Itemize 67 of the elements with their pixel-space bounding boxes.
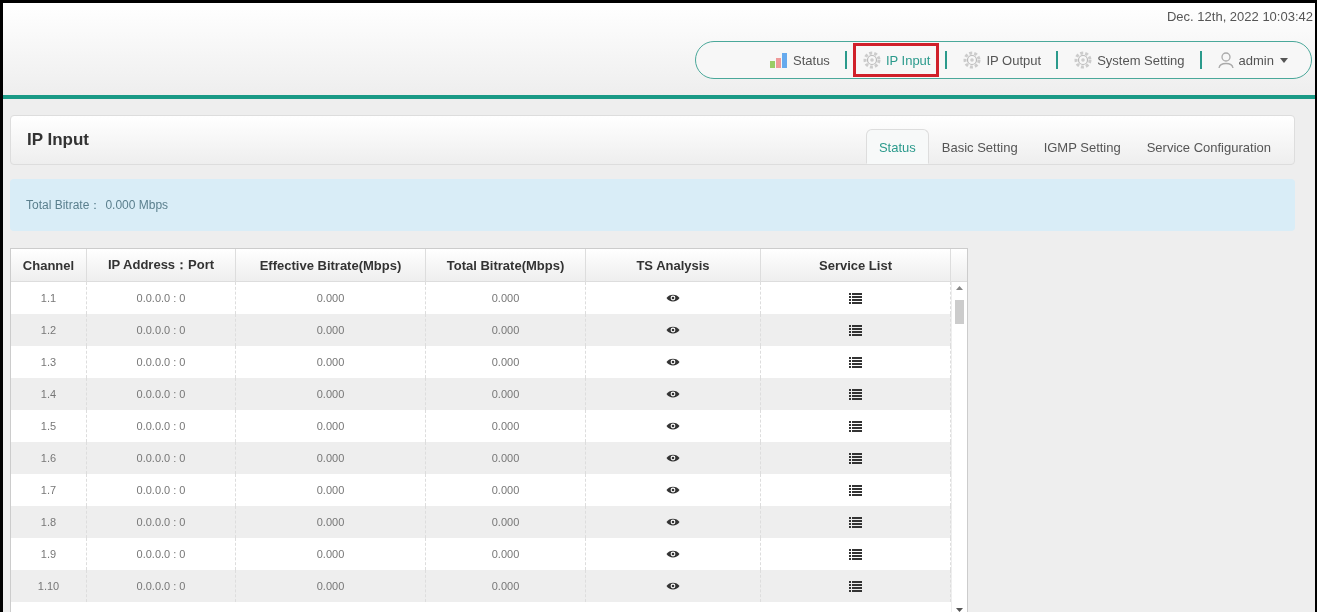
gear-icon [1073, 50, 1094, 70]
summary-value: 0.000 Mbps [105, 198, 169, 212]
table-cell: 1.2 [11, 314, 87, 346]
bar-chart-icon [769, 51, 789, 69]
table-cell: 1.4 [11, 378, 87, 410]
down-arrow-icon [956, 608, 963, 612]
eye-icon[interactable] [666, 517, 680, 527]
list-icon[interactable] [849, 516, 862, 528]
summary-label: Total Bitrate： [26, 196, 102, 214]
list-icon[interactable] [849, 356, 862, 368]
nav-link[interactable]: admin [1207, 44, 1297, 76]
table-cell: 0.0.0.0 : 0 [87, 378, 236, 410]
date-time: Dec. 12th, 2022 10:03:42 [1167, 8, 1314, 26]
table-cell: 0.000 [426, 506, 586, 538]
eye-icon[interactable] [666, 389, 680, 399]
list-icon[interactable] [849, 388, 862, 400]
table-cell: 0.000 [236, 570, 426, 602]
table-cell: 0.000 [426, 378, 586, 410]
up-arrow-icon [956, 286, 963, 290]
table-cell: 0.0.0.0 : 0 [87, 314, 236, 346]
gear-icon [861, 50, 882, 70]
column-header: Total Bitrate(Mbps) [426, 249, 586, 281]
scrollbar[interactable] [951, 282, 967, 612]
column-header: Effective Bitrate(Mbps) [236, 249, 426, 281]
eye-icon[interactable] [666, 485, 680, 495]
table-cell: 0.0.0.0 : 0 [87, 506, 236, 538]
list-icon[interactable] [849, 420, 862, 432]
table-cell: 1.10 [11, 570, 87, 602]
table-cell: 1.6 [11, 442, 87, 474]
gear-icon [962, 50, 983, 70]
table-cell: 0.000 [426, 314, 586, 346]
column-header: Service List [761, 249, 951, 281]
user-icon [1216, 51, 1235, 69]
eye-icon[interactable] [666, 453, 680, 463]
panel-title: IP Input [27, 130, 89, 150]
table-cell: 0.000 [426, 442, 586, 474]
table-cell: 0.0.0.0 : 0 [87, 442, 236, 474]
eye-icon[interactable] [666, 357, 680, 367]
nav-link[interactable]: IP Output [953, 43, 1051, 77]
table-cell: 0.000 [236, 314, 426, 346]
table-cell: 0.000 [236, 378, 426, 410]
column-header: TS Analysis [586, 249, 761, 281]
eye-icon[interactable] [666, 549, 680, 559]
eye-icon[interactable] [666, 293, 680, 303]
column-header: Channel [11, 249, 87, 281]
nav-link[interactable]: System Setting [1064, 43, 1194, 77]
table-cell: 1.8 [11, 506, 87, 538]
tab[interactable]: IGMP Setting [1030, 129, 1134, 164]
tab[interactable]: Service Configuration [1133, 129, 1284, 164]
table-cell: 0.000 [236, 506, 426, 538]
eye-icon[interactable] [666, 421, 680, 431]
table-cell: 0.000 [426, 570, 586, 602]
caret-icon [1280, 57, 1288, 63]
list-icon[interactable] [849, 324, 862, 336]
scroll-thumb[interactable] [955, 300, 964, 324]
list-icon[interactable] [849, 452, 862, 464]
table-cell: 0.0.0.0 : 0 [87, 570, 236, 602]
tab[interactable]: Basic Setting [928, 129, 1031, 164]
eye-icon[interactable] [666, 325, 680, 335]
list-icon[interactable] [849, 292, 862, 304]
list-icon[interactable] [849, 484, 862, 496]
list-icon[interactable] [849, 580, 862, 592]
nav-link[interactable]: Status [760, 44, 839, 76]
eye-icon[interactable] [666, 581, 680, 591]
table-cell: 0.000 [236, 442, 426, 474]
list-icon[interactable] [849, 548, 862, 560]
column-header: IP Address：Port [87, 249, 236, 281]
